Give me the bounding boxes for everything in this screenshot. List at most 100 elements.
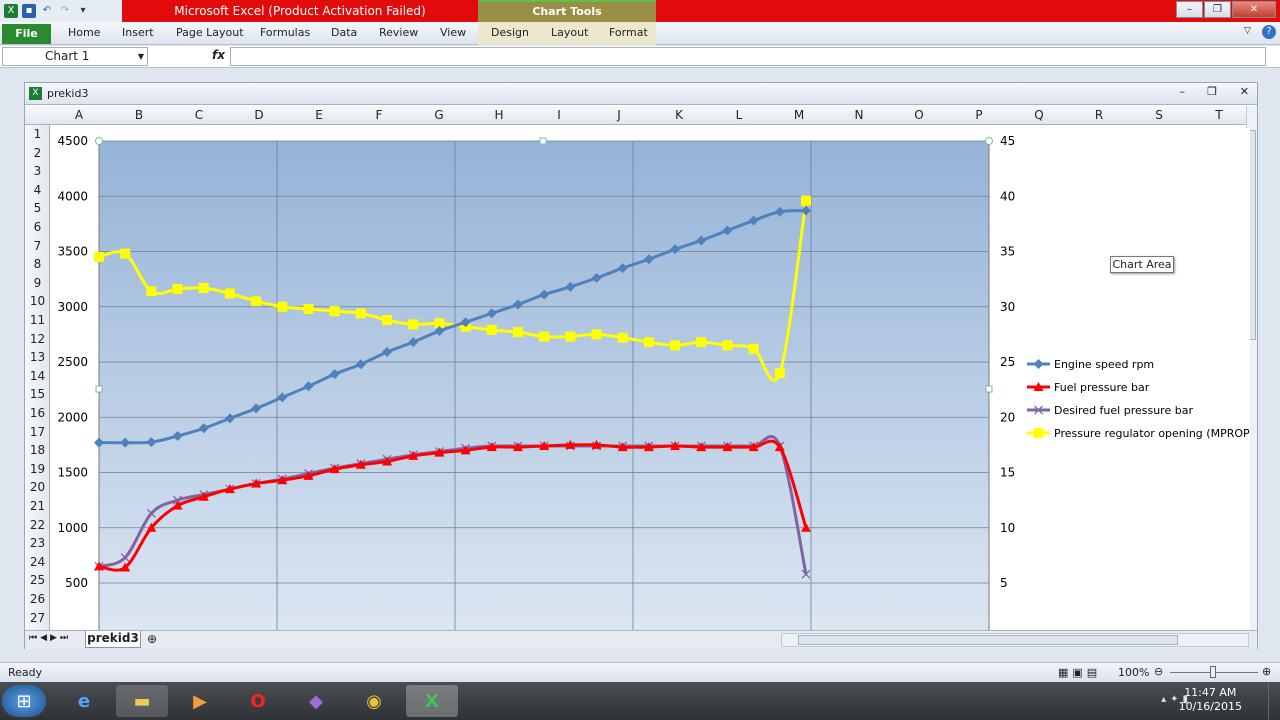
column-header-A[interactable]: A	[49, 108, 109, 122]
data-point[interactable]	[565, 331, 576, 342]
tab-insert[interactable]: Insert	[122, 26, 154, 39]
name-box[interactable]: Chart 1 ▼	[2, 47, 148, 66]
resize-handle[interactable]	[95, 137, 103, 145]
column-header-N[interactable]: N	[829, 108, 889, 122]
row-header-13[interactable]: 13	[25, 350, 49, 364]
excel-taskbar-icon[interactable]: X	[406, 685, 458, 717]
zoom-slider-thumb[interactable]	[1210, 666, 1216, 678]
column-header-R[interactable]: R	[1069, 108, 1129, 122]
data-point[interactable]	[303, 303, 314, 314]
row-header-4[interactable]: 4	[25, 183, 49, 197]
horizontal-scrollbar[interactable]	[781, 633, 1249, 647]
data-point[interactable]	[224, 288, 235, 299]
data-point[interactable]	[277, 301, 288, 312]
column-header-G[interactable]: G	[409, 108, 469, 122]
zoom-out-icon[interactable]: ⊖	[1154, 665, 1163, 678]
row-header-11[interactable]: 11	[25, 313, 49, 327]
row-header-19[interactable]: 19	[25, 462, 49, 476]
data-point[interactable]	[251, 296, 262, 307]
help-icon[interactable]: ?	[1262, 25, 1276, 39]
data-point[interactable]	[539, 331, 550, 342]
chrome-icon[interactable]: ◉	[348, 685, 400, 717]
zoom-level[interactable]: 100%	[1118, 666, 1149, 679]
tab-page-layout[interactable]: Page Layout	[176, 26, 244, 39]
data-point[interactable]	[329, 306, 340, 317]
data-point[interactable]	[198, 282, 209, 293]
view-buttons-icon[interactable]: ▦▣▤	[1058, 666, 1101, 679]
row-header-14[interactable]: 14	[25, 369, 49, 383]
restore-button[interactable]: ❐	[1204, 1, 1231, 18]
file-tab[interactable]: File	[2, 24, 51, 44]
data-point[interactable]	[774, 368, 785, 379]
column-header-F[interactable]: F	[349, 108, 409, 122]
data-point[interactable]	[355, 308, 366, 319]
start-button[interactable]: ⊞	[2, 685, 46, 717]
tab-data[interactable]: Data	[331, 26, 357, 39]
data-point[interactable]	[94, 252, 104, 263]
column-header-I[interactable]: I	[529, 108, 589, 122]
resize-handle[interactable]	[985, 385, 993, 393]
row-header-8[interactable]: 8	[25, 257, 49, 271]
formula-input[interactable]	[230, 47, 1266, 66]
row-header-26[interactable]: 26	[25, 592, 49, 606]
tab-layout[interactable]: Layout	[551, 26, 588, 39]
file-explorer-icon[interactable]: ▬	[116, 685, 168, 717]
resize-handle[interactable]	[985, 137, 993, 145]
resize-handle[interactable]	[539, 137, 547, 145]
plot-area[interactable]	[99, 141, 989, 630]
column-header-J[interactable]: J	[589, 108, 649, 122]
minimize-ribbon-icon[interactable]: ▽	[1244, 26, 1251, 36]
row-header-21[interactable]: 21	[25, 499, 49, 513]
row-header-23[interactable]: 23	[25, 536, 49, 550]
tab-home[interactable]: Home	[68, 26, 100, 39]
row-header-20[interactable]: 20	[25, 480, 49, 494]
row-header-15[interactable]: 15	[25, 387, 49, 401]
column-header-T[interactable]: T	[1189, 108, 1249, 122]
show-desktop-button[interactable]	[1268, 682, 1280, 720]
row-header-3[interactable]: 3	[25, 164, 49, 178]
row-header-9[interactable]: 9	[25, 276, 49, 290]
row-header-17[interactable]: 17	[25, 425, 49, 439]
row-header-16[interactable]: 16	[25, 406, 49, 420]
undo-icon[interactable]: ↶	[40, 4, 54, 18]
row-header-2[interactable]: 2	[25, 146, 49, 160]
internet-explorer-icon[interactable]: e	[58, 685, 110, 717]
row-header-18[interactable]: 18	[25, 443, 49, 457]
horizontal-scroll-thumb[interactable]	[798, 635, 1178, 645]
data-point[interactable]	[670, 340, 681, 351]
data-point[interactable]	[120, 248, 131, 259]
customize-qat-icon[interactable]: ▾	[76, 4, 90, 18]
opera-icon[interactable]: O	[232, 685, 284, 717]
insert-function-icon[interactable]: fx	[212, 48, 225, 62]
workbook-close-icon[interactable]: ✕	[1240, 85, 1249, 98]
column-header-M[interactable]: M	[769, 108, 829, 122]
media-player-icon[interactable]: ▶	[174, 685, 226, 717]
row-header-6[interactable]: 6	[25, 220, 49, 234]
zoom-in-icon[interactable]: ⊕	[1262, 665, 1271, 678]
chevron-down-icon[interactable]: ▼	[138, 48, 144, 65]
data-point[interactable]	[486, 324, 497, 335]
data-point[interactable]	[172, 284, 183, 295]
column-header-H[interactable]: H	[469, 108, 529, 122]
save-icon[interactable]: ▪	[22, 4, 36, 18]
data-point[interactable]	[408, 319, 419, 330]
data-point[interactable]	[722, 340, 733, 351]
column-header-P[interactable]: P	[949, 108, 1009, 122]
insert-sheet-icon[interactable]: ⊕	[147, 632, 157, 646]
workbook-minimize-icon[interactable]: –	[1180, 85, 1186, 98]
data-point[interactable]	[801, 195, 811, 206]
redo-icon[interactable]: ↷	[58, 4, 72, 18]
data-point[interactable]	[146, 286, 157, 297]
tab-view[interactable]: View	[440, 26, 466, 39]
row-header-27[interactable]: 27	[25, 611, 49, 625]
data-point[interactable]	[748, 343, 759, 354]
data-point[interactable]	[643, 337, 654, 348]
chart-area[interactable]: 500 1000 1500 2000 2500 3000 3500 4000 4500 5 10 15…	[52, 128, 1250, 630]
sheet-nav-arrows-icon[interactable]: ⏮◀▶⏭	[29, 633, 71, 643]
column-header-L[interactable]: L	[709, 108, 769, 122]
row-header-7[interactable]: 7	[25, 239, 49, 253]
column-header-O[interactable]: O	[889, 108, 949, 122]
close-button[interactable]: ✕	[1232, 1, 1276, 18]
data-point[interactable]	[382, 315, 393, 326]
column-header-B[interactable]: B	[109, 108, 169, 122]
